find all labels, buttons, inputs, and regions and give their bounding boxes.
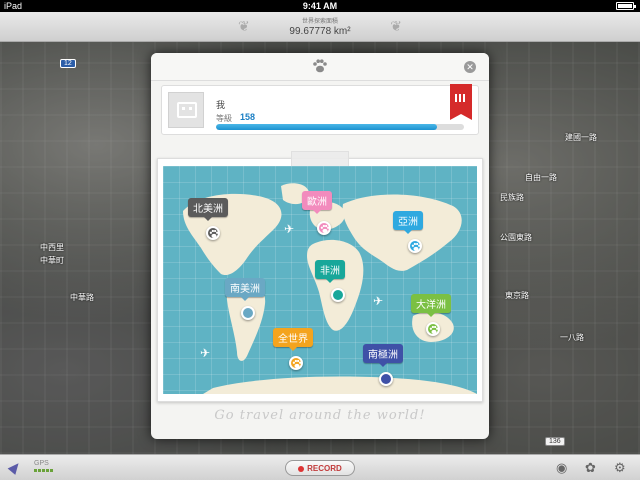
map-label: 民族路	[500, 193, 524, 202]
close-icon[interactable]: ✕	[464, 61, 476, 73]
tape-decoration	[291, 151, 349, 167]
paw-icon[interactable]: ✿	[585, 460, 596, 476]
avatar-face-icon	[177, 102, 197, 118]
record-dot-icon	[298, 466, 305, 472]
plane-icon: ✈	[284, 222, 295, 236]
dialog-header: ✕	[151, 53, 489, 81]
map-label: 中西里	[40, 243, 64, 252]
profile-card: 我 等級 158	[161, 84, 479, 135]
battery-icon	[616, 2, 636, 10]
map-label: 自由一路	[525, 173, 557, 182]
location-arrow-icon[interactable]	[7, 460, 23, 475]
paw-icon	[313, 59, 327, 73]
plane-icon: ✈	[373, 294, 384, 308]
level-value: 158	[240, 112, 256, 122]
bottom-toolbar: GPS RECORD ◉ ✿ ⚙	[0, 454, 640, 480]
continent-dialog: ✕ 我 等級 158 ✈ ✈ ✈ 北美洲 歐洲 亞洲 非洲 南美洲 大洋洲全世界…	[151, 53, 489, 439]
laurel-left-icon: ❦	[238, 18, 250, 34]
paw-pin-icon[interactable]	[408, 239, 422, 253]
gps-indicator: GPS	[34, 460, 54, 472]
location-pin-icon[interactable]	[241, 306, 255, 320]
eye-icon[interactable]: ◉	[556, 460, 567, 476]
gps-signal-icon	[34, 469, 54, 472]
slogan: Go travel around the world!	[214, 408, 426, 423]
explored-area-value: 99.67778 km²	[289, 26, 351, 37]
map-label: 中華町	[40, 256, 64, 265]
location-pin-icon[interactable]	[379, 372, 393, 386]
continent-tag[interactable]: 全世界	[273, 328, 313, 351]
level-progress-bar	[216, 124, 464, 130]
gps-label: GPS	[34, 460, 49, 467]
continent-tag[interactable]: 南美洲	[225, 278, 265, 301]
city-ribbon-icon[interactable]	[450, 84, 472, 120]
status-bar: iPad 9:41 AM	[0, 0, 640, 12]
level-label: 等級	[216, 114, 232, 123]
laurel-right-icon: ❦	[390, 18, 402, 34]
gear-icon[interactable]: ⚙	[614, 460, 626, 476]
user-name: 我	[216, 100, 226, 110]
africa-shape	[307, 239, 364, 331]
exploration-header: ❦ 世界探索面積 99.67778 km² ❦	[0, 12, 640, 51]
paw-pin-icon[interactable]	[426, 322, 440, 336]
level-progress-fill	[216, 124, 437, 130]
continent-tag[interactable]: 北美洲	[188, 198, 228, 221]
continent-tag[interactable]: 南極洲	[363, 344, 403, 367]
continent-tag[interactable]: 大洋洲	[411, 294, 451, 317]
map-label: 中華路	[70, 293, 94, 302]
antarctica-shape	[203, 376, 477, 394]
paw-pin-icon[interactable]	[317, 221, 331, 235]
road-badge: 136	[545, 437, 565, 446]
map-label: 東京路	[505, 291, 529, 300]
map-label: 一八路	[560, 333, 584, 342]
road-badge: 12	[60, 59, 76, 68]
map-label: 公園東路	[500, 233, 532, 242]
continent-tag[interactable]: 亞洲	[393, 211, 423, 234]
paw-pin-icon[interactable]	[289, 356, 303, 370]
record-label: RECORD	[307, 464, 342, 473]
record-button[interactable]: RECORD	[285, 460, 355, 476]
clock: 9:41 AM	[302, 1, 338, 11]
world-map: ✈ ✈ ✈ 北美洲 歐洲亞洲非洲南美洲大洋洲全世界南極洲	[163, 166, 477, 394]
continent-tag[interactable]: 歐洲	[302, 191, 332, 214]
avatar[interactable]	[168, 92, 204, 128]
paw-pin-icon[interactable]	[206, 226, 220, 240]
continent-tag[interactable]: 非洲	[315, 260, 345, 283]
plane-icon: ✈	[200, 346, 211, 360]
map-label: 建國一路	[565, 133, 597, 142]
explored-area-label: 世界探索面積	[301, 19, 338, 25]
location-pin-icon[interactable]	[331, 288, 345, 302]
